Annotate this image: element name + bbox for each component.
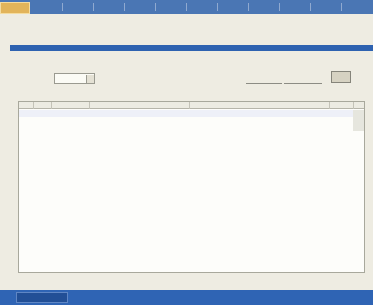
- table-cell: [19, 110, 33, 117]
- menu-item-5[interactable]: [186, 3, 217, 11]
- table-cell: [353, 124, 364, 131]
- top-menu-bar: [0, 0, 373, 14]
- menu-item-8[interactable]: [279, 3, 310, 11]
- table-cell: [329, 110, 353, 117]
- status-text: [16, 292, 68, 303]
- table-cell: [229, 124, 329, 131]
- table-cell-link[interactable]: [159, 117, 229, 124]
- menu-item-4[interactable]: [155, 3, 186, 11]
- status-bar: [0, 290, 373, 305]
- table-row[interactable]: [19, 124, 364, 131]
- menu-item-3[interactable]: [124, 3, 155, 11]
- table-cell: [19, 124, 33, 131]
- table-cell-link[interactable]: [159, 110, 229, 117]
- results-table: [18, 101, 365, 273]
- menu-item-9[interactable]: [310, 3, 341, 11]
- table-cell: [159, 124, 229, 131]
- column-header[interactable]: [89, 102, 190, 109]
- table-cell: [19, 117, 33, 124]
- table-cell-link[interactable]: [89, 110, 159, 117]
- table-cell: [89, 124, 159, 131]
- menu-item-7[interactable]: [248, 3, 279, 11]
- menu-item-6[interactable]: [217, 3, 248, 11]
- table-cell: [353, 110, 364, 117]
- table-row[interactable]: [19, 110, 364, 117]
- table-cell: [33, 117, 51, 124]
- active-tab[interactable]: [0, 2, 30, 14]
- column-header[interactable]: [51, 102, 90, 109]
- menu-item-10[interactable]: [341, 3, 372, 11]
- table-cell: [229, 117, 329, 124]
- column-header[interactable]: [329, 102, 354, 109]
- search-button[interactable]: [331, 71, 351, 83]
- column-header[interactable]: [189, 102, 330, 109]
- table-cell: [33, 110, 51, 117]
- table-cell-link[interactable]: [89, 117, 159, 124]
- column-header[interactable]: [33, 102, 52, 109]
- table-cell: [353, 117, 364, 124]
- filter-field-spinner[interactable]: [54, 73, 95, 84]
- column-header[interactable]: [19, 102, 34, 109]
- range-from-field[interactable]: [246, 73, 282, 84]
- table-cell: [229, 110, 329, 117]
- table-header: [19, 102, 364, 109]
- range-to-field[interactable]: [284, 73, 322, 84]
- table-cell: [33, 124, 51, 131]
- column-header[interactable]: [353, 102, 364, 109]
- section-header-bar: [10, 45, 373, 51]
- table-cell: [329, 117, 353, 124]
- table-cell: [329, 124, 353, 131]
- menu-item-1[interactable]: [62, 3, 93, 11]
- menu-item-2[interactable]: [93, 3, 124, 11]
- table-row[interactable]: [19, 117, 364, 124]
- spinner-icon[interactable]: [86, 75, 94, 83]
